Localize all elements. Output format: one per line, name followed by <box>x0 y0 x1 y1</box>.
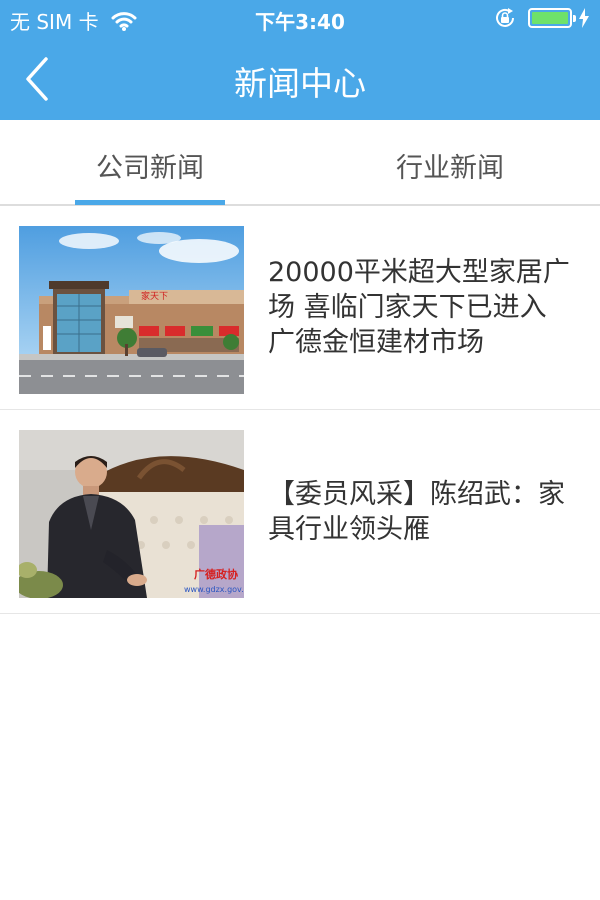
news-title: 20000平米超大型家居广场 喜临门家天下已进入广德金恒建材市场 <box>268 257 570 358</box>
battery-fill <box>532 12 568 24</box>
tab-industry-news[interactable]: 行业新闻 <box>300 120 600 204</box>
news-title: 【委员风采】陈绍武：家具行业领头雁 <box>268 478 565 545</box>
status-right <box>494 7 590 29</box>
tab-company-news[interactable]: 公司新闻 <box>0 120 300 204</box>
rotation-lock-icon <box>496 8 514 27</box>
battery-tip <box>573 15 576 22</box>
mall-sign-text: 家天下 <box>141 290 168 302</box>
news-thumbnail-interview: 广德政协 www.gdzx.gov.cn <box>19 430 244 598</box>
man-on-sofa-image: 广德政协 www.gdzx.gov.cn <box>19 430 244 598</box>
news-item[interactable]: 广德政协 www.gdzx.gov.cn 【委员风采】陈绍武：家具行业领头雁 <box>0 410 600 614</box>
watermark-url: www.gdzx.gov.cn <box>184 585 244 594</box>
watermark-text: 广德政协 <box>194 567 238 581</box>
news-thumbnail-mall: 家天下 <box>19 226 244 394</box>
battery-icon <box>528 8 576 28</box>
status-bar: 无 SIM 卡 下午3:40 <box>0 0 600 40</box>
news-item[interactable]: 家天下 20000平米超大型家居广场 喜临门家天下已进入广德金恒建材市场 <box>0 206 600 410</box>
news-list: 家天下 20000平米超大型家居广场 喜临门家天下已进入广德金恒建材市场 广德政… <box>0 206 600 614</box>
tab-bar: 公司新闻 行业新闻 <box>0 120 600 206</box>
active-tab-indicator <box>75 200 225 205</box>
navigation-bar: 新闻中心 <box>0 40 600 120</box>
mall-building-image: 家天下 <box>19 226 244 394</box>
page-title: 新闻中心 <box>234 64 366 103</box>
charging-bolt-icon <box>579 8 589 28</box>
